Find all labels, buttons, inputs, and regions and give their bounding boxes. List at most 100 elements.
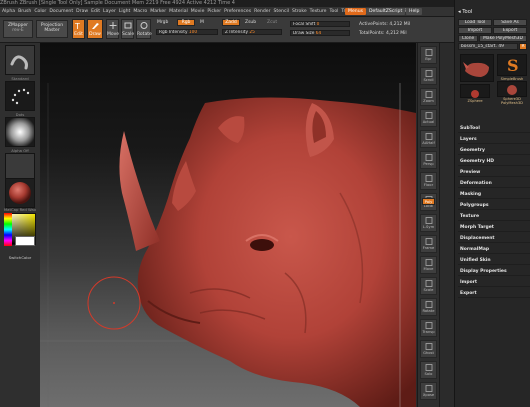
menu-draw[interactable]: Draw [76, 9, 88, 14]
tool-r-button[interactable]: R [519, 43, 527, 50]
current-tool-thumb[interactable] [460, 54, 494, 82]
document-canvas[interactable] [40, 43, 416, 407]
clone-button[interactable]: Clone [458, 35, 478, 42]
draw-button[interactable]: Draw [87, 19, 103, 39]
menu-light[interactable]: Light [119, 9, 130, 14]
scale-button[interactable]: Scale [121, 19, 134, 39]
secondary-color-swatch[interactable] [15, 236, 35, 246]
rgb-intensity-slider[interactable]: Rgb Intensity 100 [156, 29, 218, 35]
palette-section-geometry[interactable]: Geometry [458, 146, 530, 155]
menus-toggle[interactable]: Menus [345, 8, 367, 15]
palette-section-export[interactable]: Export [458, 289, 530, 298]
mrgb-button[interactable]: Mrgb [157, 20, 168, 25]
switch-color-button[interactable]: SwitchColor [2, 255, 38, 260]
help-button[interactable]: Help [406, 8, 423, 15]
palette-section-deformation[interactable]: Deformation [458, 179, 530, 188]
shelf-persp-button[interactable]: Persp [420, 151, 437, 169]
menu-material[interactable]: Material [169, 9, 188, 14]
palette-section-display-properties[interactable]: Display Properties [458, 267, 530, 276]
move-icon [109, 22, 116, 29]
dots-stroke-thumb[interactable] [5, 81, 35, 111]
material-thumb[interactable] [5, 178, 35, 208]
palette-section-layers[interactable]: Layers [458, 135, 530, 144]
palette-section-subtool[interactable]: SubTool [458, 124, 530, 133]
menu-layer[interactable]: Layer [103, 9, 116, 14]
menu-alpha[interactable]: Alpha [2, 9, 15, 14]
shelf-l-sym-button[interactable]: L.Sym [420, 214, 437, 232]
menu-texture[interactable]: Texture [310, 9, 327, 14]
simplebrush-thumb[interactable]: S [497, 54, 527, 76]
projection-master-button[interactable]: Projection Master [36, 20, 68, 38]
shelf-ghost-button[interactable]: Ghost [420, 340, 437, 358]
m-button[interactable]: M [200, 20, 204, 25]
shelf-solo-button[interactable]: Solo [420, 361, 437, 379]
shelf-floor-button[interactable]: Floor [420, 172, 437, 190]
menu-stroke[interactable]: Stroke [292, 9, 307, 14]
menu-preferences[interactable]: Preferences [224, 9, 251, 14]
hand-icon [425, 70, 432, 77]
zcut-button[interactable]: Zcut [267, 20, 277, 25]
shelf-move-button[interactable]: Move [420, 256, 437, 274]
focal-shift-slider[interactable]: Focal Shift 0 [290, 21, 350, 27]
menu-tool[interactable]: Tool [330, 9, 339, 14]
menu-edit[interactable]: Edit [91, 9, 100, 14]
zmapper-button[interactable]: ZMapper rev-E [3, 20, 33, 38]
menu-document[interactable]: Document [49, 9, 73, 14]
shelf-actual-button[interactable]: Actual [420, 109, 437, 127]
polymesh-star-icon [497, 81, 525, 91]
standard-brush-thumb[interactable] [5, 45, 35, 75]
menu-macro[interactable]: Macro [133, 9, 147, 14]
menu-movie[interactable]: Movie [191, 9, 205, 14]
hue-strip[interactable] [4, 213, 12, 246]
dots-stroke-icon [11, 88, 30, 105]
menu-marker[interactable]: Marker [150, 9, 166, 14]
xpose-icon [425, 385, 432, 392]
shelf-transp-button[interactable]: Transp [420, 319, 437, 337]
tool-palette-header[interactable]: ◂ Tool [455, 8, 530, 17]
save-as-button[interactable]: Save As [493, 19, 527, 26]
z-intensity-slider[interactable]: Z Intensity 25 [222, 29, 282, 35]
shelf-scroll-button[interactable]: Scroll [420, 67, 437, 85]
palette-section-normalmap[interactable]: NormalMap [458, 245, 530, 254]
palette-section-polygroups[interactable]: Polygroups [458, 201, 530, 210]
make-polymesh-button[interactable]: Make PolyMesh3D [479, 35, 527, 42]
rotate-button[interactable]: Rotate [136, 19, 152, 39]
move-button[interactable]: Move [106, 19, 119, 39]
default-zscript-button[interactable]: DefaultZScript [366, 8, 406, 15]
palette-section-preview[interactable]: Preview [458, 168, 530, 177]
zsub-button[interactable]: Zsub [245, 20, 256, 25]
menu-render[interactable]: Render [254, 9, 270, 14]
palette-section-texture[interactable]: Texture [458, 212, 530, 221]
current-tool-name: bossm_15_start. 49 [458, 43, 518, 50]
shelf-frame-button[interactable]: Frame [420, 235, 437, 253]
shelf-aahalf-button[interactable]: AAHalf [420, 130, 437, 148]
shelf-zoom-button[interactable]: Zoom [420, 88, 437, 106]
zadd-button[interactable]: Zadd [222, 19, 240, 26]
export-button[interactable]: Export [493, 27, 527, 34]
import-button[interactable]: Import [458, 27, 492, 34]
rgb-button[interactable]: Rgb [177, 19, 195, 26]
menu-color[interactable]: Color [34, 9, 46, 14]
shelf-rotate-button[interactable]: Rotate [420, 298, 437, 316]
edit-button[interactable]: T Edit [72, 19, 85, 39]
menu-picker[interactable]: Picker [207, 9, 221, 14]
palette-section-displacement[interactable]: Displacement [458, 234, 530, 243]
palette-section-geometry-hd[interactable]: Geometry HD [458, 157, 530, 166]
shelf-bpr-button[interactable]: Bpr [420, 46, 437, 64]
palette-section-unified-skin[interactable]: Unified Skin [458, 256, 530, 265]
poly-frame-badge[interactable]: Poly [422, 198, 435, 205]
palette-section-import[interactable]: Import [458, 278, 530, 287]
color-picker[interactable] [4, 213, 36, 246]
palette-section-masking[interactable]: Masking [458, 190, 530, 199]
draw-size-slider[interactable]: Draw Size 64 [290, 30, 350, 36]
left-shelf: Standard Dots Alpha Off Texture Off MatC… [0, 43, 41, 407]
shelf-xpose-button[interactable]: Xpose [420, 382, 437, 400]
shelf-scale-button[interactable]: Scale [420, 277, 437, 295]
menu-stencil[interactable]: Stencil [273, 9, 289, 14]
menu-brush[interactable]: Brush [18, 9, 31, 14]
alpha-thumb[interactable] [5, 117, 35, 147]
load-tool-button[interactable]: Load Tool [458, 19, 492, 26]
z-intensity-label: Z Intensity [225, 30, 249, 35]
palette-section-morph-target[interactable]: Morph Target [458, 223, 530, 232]
zsphere-thumb[interactable] [460, 84, 490, 98]
